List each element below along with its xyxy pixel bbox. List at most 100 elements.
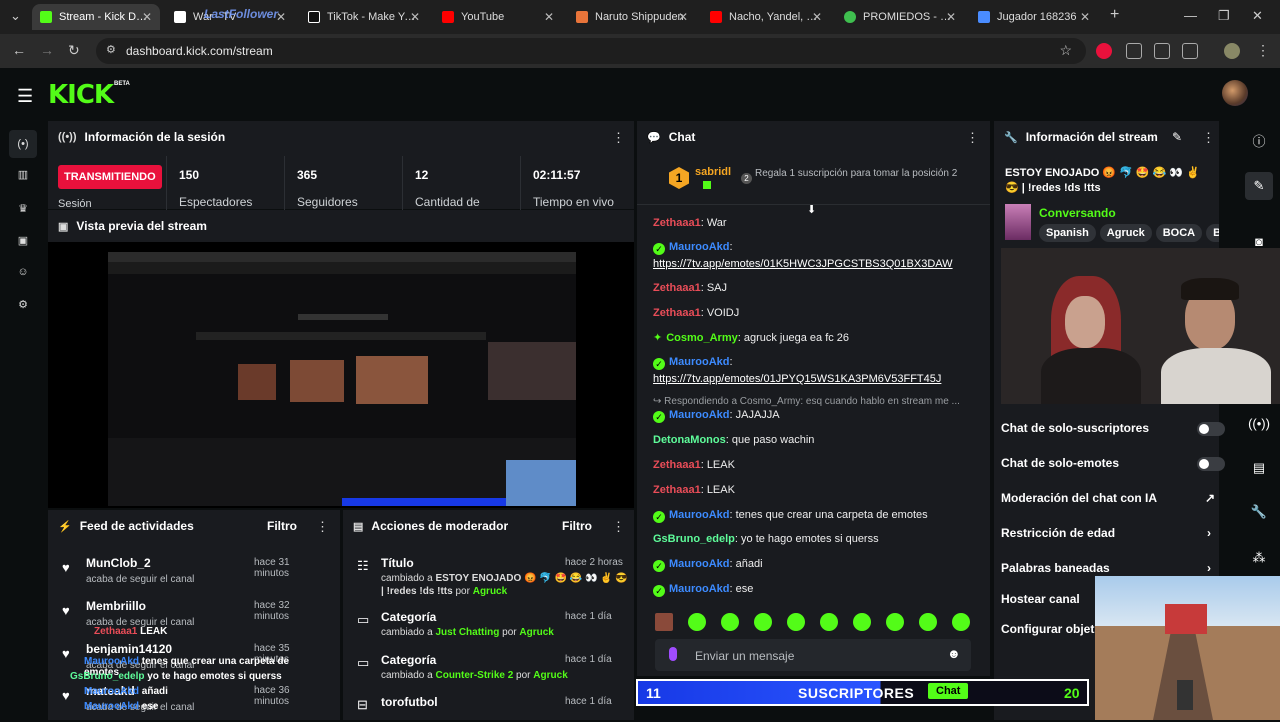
- emote-icon[interactable]: [853, 613, 871, 631]
- browser-tab[interactable]: Nacho, Yandel, Ba ✕: [702, 4, 830, 30]
- stream-broadcast-icon[interactable]: (•): [9, 130, 37, 158]
- kebab-menu-icon[interactable]: ⋮: [316, 519, 329, 535]
- hamburger-menu-icon[interactable]: ☰: [17, 86, 33, 107]
- close-icon[interactable]: ✕: [678, 10, 688, 24]
- emote-icon[interactable]: [787, 613, 805, 631]
- category-name[interactable]: Conversando: [1039, 206, 1116, 220]
- microphone-icon[interactable]: [669, 647, 677, 661]
- chat-user[interactable]: Zethaaa1: [653, 307, 701, 319]
- age-restriction-setting[interactable]: Restricción de edad ›: [1001, 526, 1223, 540]
- browser-menu-icon[interactable]: ⋮: [1256, 42, 1270, 59]
- emote-icon[interactable]: [919, 613, 937, 631]
- tag-chip[interactable]: Agruck: [1099, 224, 1152, 242]
- forward-icon[interactable]: →: [40, 42, 54, 58]
- adblock-extension-icon[interactable]: [1096, 43, 1112, 59]
- ai-moderation-setting[interactable]: Moderación del chat con IA ↗: [1001, 491, 1223, 505]
- browser-tab[interactable]: Naruto Shippuden ✕: [568, 4, 696, 30]
- chat-user[interactable]: MauroоAkd: [669, 356, 730, 368]
- new-tab-icon[interactable]: +: [1110, 6, 1119, 24]
- pinned-user[interactable]: sabridl: [695, 166, 731, 178]
- settings-gear-icon[interactable]: ⚙: [15, 298, 31, 314]
- emote-icon[interactable]: [721, 613, 739, 631]
- browser-tab[interactable]: YouTube ✕: [434, 4, 562, 30]
- emotes-only-toggle[interactable]: [1197, 457, 1225, 471]
- trophy-icon[interactable]: ♛: [15, 202, 31, 218]
- extensions-puzzle-icon[interactable]: [1182, 43, 1198, 59]
- broadcast-icon[interactable]: ((•)): [1245, 410, 1273, 438]
- chat-user[interactable]: GsBruno_edelp: [653, 533, 735, 545]
- emote-icon[interactable]: [688, 613, 706, 631]
- detail-user[interactable]: Agruck: [473, 586, 507, 597]
- browser-tab[interactable]: PROMIEDOS - Fut ✕: [836, 4, 964, 30]
- kick-logo[interactable]: KICK: [48, 80, 114, 110]
- extension-icon[interactable]: [1126, 43, 1142, 59]
- browser-tab[interactable]: Stream - Kick Dash ✕: [32, 4, 160, 30]
- emote-icon[interactable]: [952, 613, 970, 631]
- category-thumbnail[interactable]: [1005, 204, 1031, 240]
- detail-user[interactable]: Agruck: [519, 627, 553, 638]
- chat-user[interactable]: Zethaaa1: [653, 282, 701, 294]
- close-window-icon[interactable]: ✕: [1252, 8, 1263, 24]
- reload-icon[interactable]: ↻: [68, 42, 80, 59]
- url-field[interactable]: ⚙ dashboard.kick.com/stream ☆: [96, 38, 1086, 64]
- profile-avatar-icon[interactable]: [1224, 43, 1240, 59]
- tab-search-icon[interactable]: ⌄: [10, 8, 21, 24]
- chat-user[interactable]: MauroоAkd: [669, 509, 730, 521]
- extension-icon[interactable]: [1154, 43, 1170, 59]
- chat-user[interactable]: MauroоAkd: [669, 558, 730, 570]
- tag-chip[interactable]: Spanish: [1039, 224, 1096, 242]
- kebab-menu-icon[interactable]: ⋮: [966, 130, 979, 146]
- edit-pencil-icon[interactable]: ✎: [1172, 130, 1182, 144]
- activity-user[interactable]: MunClob_2: [86, 556, 151, 570]
- bookmark-star-icon[interactable]: ☆: [1059, 42, 1072, 59]
- browser-tab[interactable]: TikTok - Make Your ✕: [300, 4, 428, 30]
- layout-icon[interactable]: ▤: [1245, 454, 1273, 482]
- emote-icon[interactable]: [886, 613, 904, 631]
- chat-user[interactable]: Zethaaa1: [653, 484, 701, 496]
- users-icon[interactable]: ☺: [15, 266, 31, 282]
- filter-button[interactable]: Filtro: [562, 519, 592, 533]
- share-nodes-icon[interactable]: ⁂: [1245, 544, 1273, 572]
- activity-user[interactable]: Membriillo: [86, 599, 146, 613]
- chat-user[interactable]: MauroоAkd: [669, 583, 730, 595]
- chat-user[interactable]: DetonaMonos: [653, 434, 726, 446]
- emote-icon[interactable]: [754, 613, 772, 631]
- chat-user[interactable]: Zethaaa1: [653, 217, 701, 229]
- chat-input[interactable]: Enviar un mensaje ☻: [655, 639, 971, 671]
- close-icon[interactable]: ✕: [946, 10, 956, 24]
- emoji-icon[interactable]: ☻: [947, 646, 961, 661]
- chat-user[interactable]: Zethaaa1: [653, 459, 701, 471]
- chat-link[interactable]: https://7tv.app/emotes/01JPYQ15WS1KA3PM6…: [653, 373, 941, 385]
- filter-button[interactable]: Filtro: [267, 519, 297, 533]
- tag-chip[interactable]: BO: [1206, 224, 1219, 242]
- minimize-icon[interactable]: —: [1184, 8, 1197, 23]
- avatar[interactable]: [1222, 80, 1248, 106]
- gift-prompt[interactable]: Regala 1 suscripción para tomar la posic…: [755, 168, 965, 179]
- kebab-menu-icon[interactable]: ⋮: [612, 130, 625, 146]
- tag-chip[interactable]: BOCA: [1155, 224, 1203, 242]
- wrench-icon[interactable]: 🔧: [1245, 498, 1273, 526]
- close-icon[interactable]: ✕: [142, 10, 152, 24]
- chat-link[interactable]: https://7tv.app/emotes/01K5HWC3JPGCSTBS3…: [653, 258, 953, 270]
- banned-words-setting[interactable]: Palabras baneadas ›: [1001, 561, 1223, 575]
- chat-user[interactable]: MauroоAkd: [669, 241, 730, 253]
- screen-icon[interactable]: ▣: [15, 234, 31, 250]
- chat-user[interactable]: Cosmo_Army: [666, 332, 738, 344]
- analytics-icon[interactable]: ▥: [15, 168, 31, 184]
- emote-icon[interactable]: [820, 613, 838, 631]
- close-icon[interactable]: ✕: [544, 10, 554, 24]
- kebab-menu-icon[interactable]: ⋮: [1202, 130, 1215, 146]
- close-icon[interactable]: ✕: [812, 10, 822, 24]
- subscribers-only-toggle[interactable]: [1197, 422, 1225, 436]
- site-info-icon[interactable]: ⚙: [106, 43, 116, 56]
- stream-preview-video[interactable]: [108, 252, 576, 506]
- kebab-menu-icon[interactable]: ⋮: [612, 519, 625, 535]
- back-icon[interactable]: ←: [12, 42, 26, 58]
- detail-user[interactable]: Agruck: [533, 670, 567, 681]
- chat-user[interactable]: MauroоAkd: [669, 409, 730, 421]
- maximize-icon[interactable]: ❐: [1218, 8, 1230, 24]
- browser-tab[interactable]: Jugador 168236 ✕: [970, 4, 1098, 30]
- overlay-chat-button[interactable]: Chat: [928, 683, 969, 699]
- edit-pencil-icon[interactable]: ✎: [1245, 172, 1273, 200]
- emote-icon[interactable]: [655, 613, 673, 631]
